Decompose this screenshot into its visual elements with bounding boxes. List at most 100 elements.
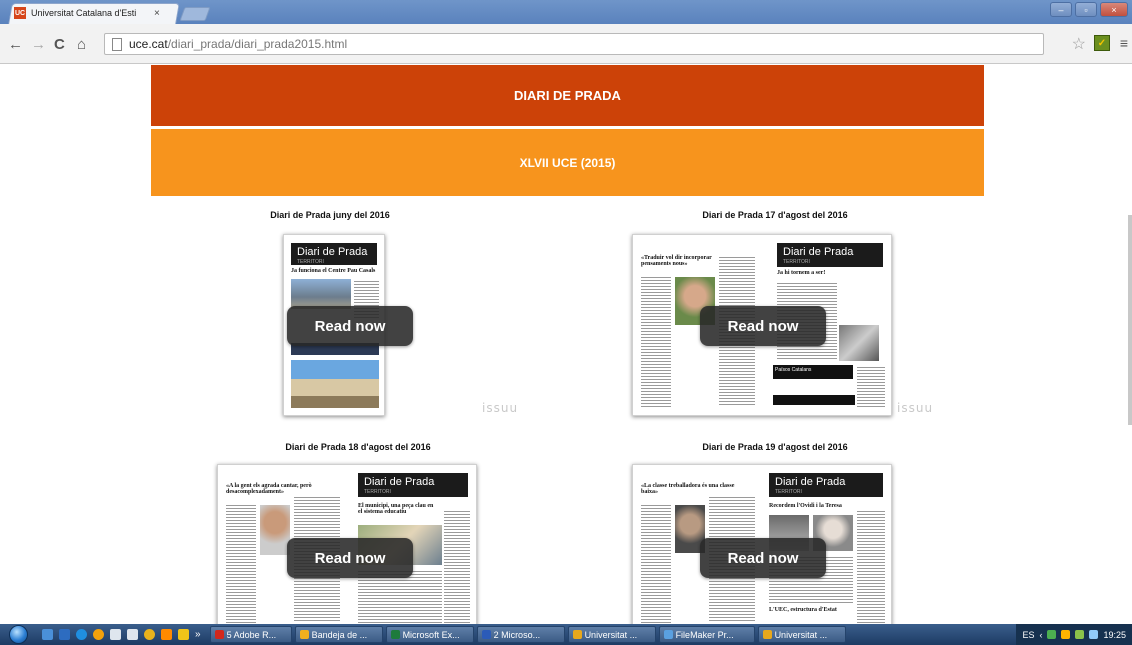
taskbar-item-label: 2 Microso... xyxy=(493,629,541,640)
read-now-button[interactable]: Read now xyxy=(700,538,826,578)
home-icon[interactable]: ⌂ xyxy=(77,36,86,53)
read-now-button[interactable]: Read now xyxy=(287,538,413,578)
masthead-text: Diari de Prada xyxy=(364,476,435,488)
photo-caption: Països Catalans xyxy=(773,365,853,379)
document-icon-2[interactable] xyxy=(127,629,138,640)
cover-footer-bar xyxy=(773,395,855,405)
adobe-reader-icon xyxy=(214,630,224,639)
tab-close-icon[interactable]: × xyxy=(154,8,160,19)
vertical-scrollbar[interactable] xyxy=(1128,215,1132,425)
page-content: DIARI DE PRADA XLVII UCE (2015) Diari de… xyxy=(0,65,1132,624)
cover-text-right xyxy=(857,509,885,623)
spread-text-left xyxy=(641,503,671,623)
browser-tab-content[interactable]: UC Universitat Catalana d'Esti × xyxy=(14,5,174,21)
network-icon[interactable] xyxy=(1075,630,1085,639)
back-icon[interactable]: ← xyxy=(8,36,23,53)
publication-title: Diari de Prada 17 d'agost del 2016 xyxy=(702,210,848,220)
cover-masthead: Diari de Prada TERRITORI xyxy=(777,243,883,267)
site-favicon-icon: UC xyxy=(14,7,26,19)
browser-tab-strip: UC Universitat Catalana d'Esti × – ▫ × xyxy=(0,0,1132,24)
publication-title: Diari de Prada 19 d'agost del 2016 xyxy=(702,442,848,452)
issuu-logo: issuu xyxy=(482,401,519,415)
cover-footer-headline: L'UEC, estructura d'Estat xyxy=(769,607,837,613)
taskbar-item-label: Microsoft Ex... xyxy=(402,629,460,640)
cover-headline: Ja funciona el Centre Pau Casals xyxy=(291,268,376,274)
masthead-section: TERRITORI xyxy=(364,489,391,495)
internet-explorer-icon[interactable] xyxy=(76,629,87,640)
taskbar-item[interactable]: Microsoft Ex... xyxy=(385,626,474,643)
url-path: /diari_prada/diari_prada2015.html xyxy=(167,37,348,51)
firefox-icon[interactable] xyxy=(93,629,104,640)
masthead-text: Diari de Prada xyxy=(783,246,854,258)
taskbar-item-label: 5 Adobe R... xyxy=(226,629,277,640)
edition-banner[interactable]: XLVII UCE (2015) xyxy=(151,129,984,196)
cover-text-right xyxy=(857,365,885,407)
cover-building-photo xyxy=(291,360,379,408)
read-now-button[interactable]: Read now xyxy=(287,306,413,346)
system-tray: ES ‹ 19:25 xyxy=(1016,624,1132,645)
tray-expand-icon[interactable]: ‹ xyxy=(1039,630,1042,640)
taskbar-item[interactable]: FileMaker Pr... xyxy=(658,626,755,643)
taskbar-item-label: Universitat ... xyxy=(584,629,638,640)
publication-title: Diari de Prada 18 d'agost del 2016 xyxy=(285,442,431,452)
tab-title: Universitat Catalana d'Esti xyxy=(31,8,137,18)
spread-text-left xyxy=(641,275,671,407)
spread-left-headline: «Traduir vol dir incorporar pensaments n… xyxy=(641,255,712,267)
cover-masthead: Diari de Prada TERRITORI xyxy=(291,243,377,265)
address-bar[interactable]: uce.cat/diari_prada/diari_prada2015.html xyxy=(104,33,1044,55)
explorer-icon[interactable] xyxy=(59,629,70,640)
masthead-text: Diari de Prada xyxy=(297,246,368,258)
taskbar-item[interactable]: Universitat ... xyxy=(567,626,656,643)
extension-icon[interactable]: ✓ xyxy=(1094,35,1110,51)
chrome-icon xyxy=(762,630,772,639)
tray-app-icon[interactable] xyxy=(1047,630,1057,639)
overflow-icon[interactable]: » xyxy=(195,629,201,640)
chrome-icon[interactable] xyxy=(144,629,155,640)
quick-launch: » xyxy=(36,629,207,640)
publication-title: Diari de Prada juny del 2016 xyxy=(270,210,390,220)
taskbar-item[interactable]: Bandeja de ... xyxy=(294,626,383,643)
media-icon[interactable] xyxy=(161,629,172,640)
browser-icon xyxy=(572,630,582,639)
minimize-button[interactable]: – xyxy=(1050,2,1072,17)
spread-portrait-photo xyxy=(260,505,290,555)
taskbar-item[interactable]: 2 Microso... xyxy=(476,626,565,643)
taskbar-item-label: Bandeja de ... xyxy=(311,629,368,640)
excel-icon xyxy=(390,630,400,639)
new-tab-button[interactable] xyxy=(179,7,211,21)
language-indicator[interactable]: ES xyxy=(1022,630,1034,640)
mail-icon xyxy=(299,630,309,639)
cover-text-right xyxy=(444,509,470,623)
show-desktop-icon[interactable] xyxy=(42,629,53,640)
spread-left-headline: «A la gent els agrada cantar, però desac… xyxy=(226,483,312,495)
clock[interactable]: 19:25 xyxy=(1103,630,1126,640)
url-host: uce.cat xyxy=(129,37,168,51)
browser-toolbar: ← → C ⌂ uce.cat/diari_prada/diari_prada2… xyxy=(0,24,1132,64)
spread-left-headline: «La classe treballadora és una classe ba… xyxy=(641,483,735,495)
cover-photo xyxy=(839,325,879,361)
windows-logo-icon xyxy=(8,625,28,644)
filemaker-icon xyxy=(663,630,673,639)
document-icon[interactable] xyxy=(110,629,121,640)
cover-headline: Ja hi tornem a ser! xyxy=(777,270,826,276)
volume-icon[interactable] xyxy=(1089,630,1099,639)
cover-masthead: Diari de Prada TERRITORI xyxy=(358,473,468,497)
cover-photo xyxy=(291,279,351,309)
page-title-banner[interactable]: DIARI DE PRADA xyxy=(151,65,984,126)
star-icon[interactable]: ☆ xyxy=(1072,34,1086,54)
maximize-button[interactable]: ▫ xyxy=(1075,2,1097,17)
start-button[interactable] xyxy=(0,624,36,645)
menu-icon[interactable]: ≡ xyxy=(1120,35,1128,51)
reload-icon[interactable]: C xyxy=(54,36,65,53)
taskbar-item[interactable]: 5 Adobe R... xyxy=(209,626,292,643)
cover-masthead: Diari de Prada TERRITORI xyxy=(769,473,883,497)
tray-app-icon-2[interactable] xyxy=(1061,630,1071,639)
forward-icon[interactable]: → xyxy=(31,36,46,53)
taskbar-item[interactable]: Universitat ... xyxy=(757,626,846,643)
folder-icon[interactable] xyxy=(178,629,189,640)
read-now-button[interactable]: Read now xyxy=(700,306,826,346)
close-window-button[interactable]: × xyxy=(1100,2,1128,17)
page-icon xyxy=(112,38,122,51)
cover-headline: El municipi, una peça clau en el sistema… xyxy=(358,503,434,515)
masthead-section: TERRITORI xyxy=(775,489,802,495)
